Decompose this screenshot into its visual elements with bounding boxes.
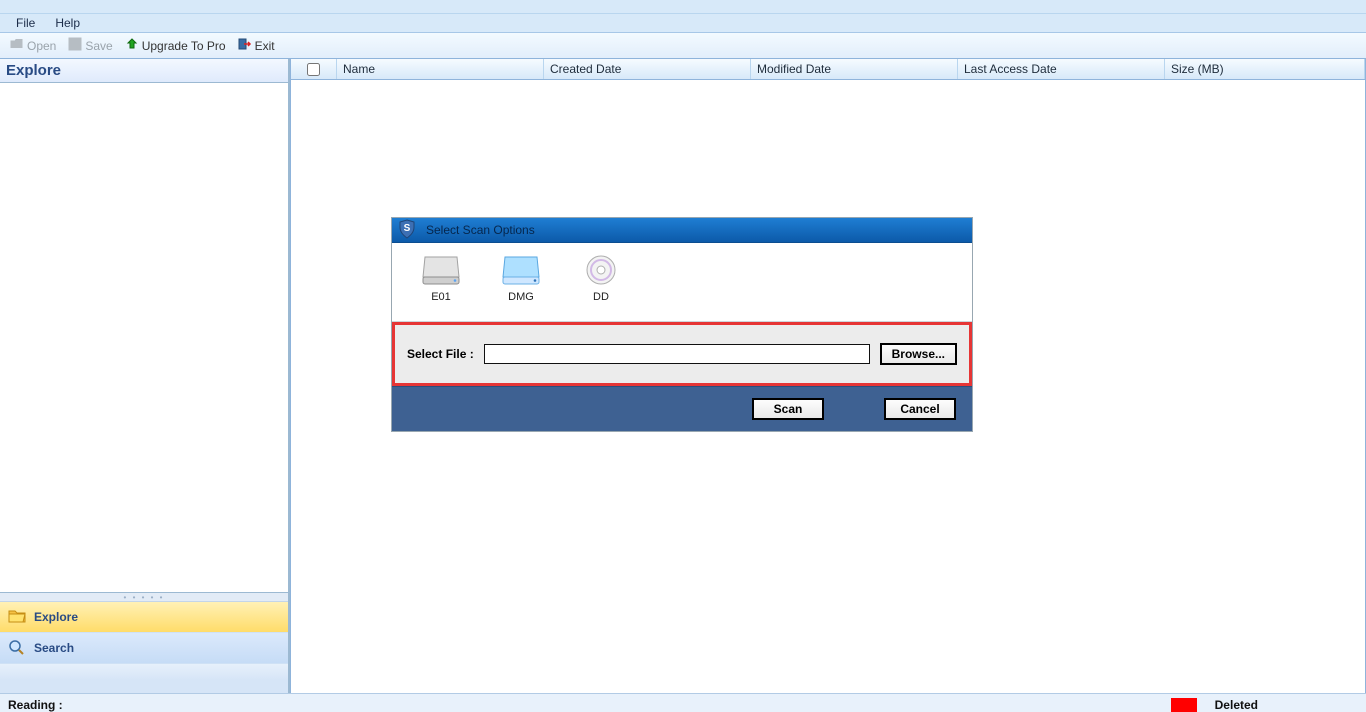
grip-handle[interactable]: • • • • •: [0, 593, 288, 602]
toolbar: Open Save Upgrade To Pro Exit: [0, 32, 1366, 59]
sidebar-item-explore[interactable]: Explore: [0, 602, 288, 633]
arrow-up-icon: [125, 37, 139, 54]
upgrade-label: Upgrade To Pro: [142, 39, 226, 53]
shield-icon: S: [396, 218, 418, 243]
save-button[interactable]: Save: [62, 35, 118, 56]
upgrade-button[interactable]: Upgrade To Pro: [119, 35, 232, 56]
column-size[interactable]: Size (MB): [1165, 59, 1365, 79]
search-icon: [8, 639, 26, 658]
left-pane: Explore • • • • • Explore Search: [0, 59, 290, 693]
dialog-title-text: Select Scan Options: [426, 223, 535, 237]
menu-file[interactable]: File: [6, 14, 45, 32]
select-file-label: Select File :: [407, 347, 474, 361]
menu-help[interactable]: Help: [45, 14, 90, 32]
exit-icon: [238, 37, 252, 54]
dialog-body: E01 DMG: [392, 243, 972, 322]
select-file-input[interactable]: [484, 344, 870, 364]
disc-icon: [584, 253, 618, 287]
status-deleted: Deleted: [1215, 698, 1258, 712]
column-lastaccess[interactable]: Last Access Date: [958, 59, 1165, 79]
titlebar-strip: [0, 0, 1366, 13]
format-e01-label: E01: [431, 291, 451, 303]
format-e01[interactable]: E01: [418, 253, 464, 303]
browse-button[interactable]: Browse...: [880, 343, 957, 365]
nav-blank-band: [0, 680, 288, 693]
cancel-button[interactable]: Cancel: [884, 398, 956, 420]
column-modified[interactable]: Modified Date: [751, 59, 958, 79]
drive-gray-icon: [421, 253, 461, 287]
exit-button[interactable]: Exit: [232, 35, 281, 56]
nav-extra-band: [0, 664, 288, 680]
folder-open-icon: [10, 37, 24, 54]
format-dd-label: DD: [593, 291, 609, 303]
deleted-swatch: [1171, 698, 1197, 712]
folder-icon: [8, 608, 26, 627]
column-name[interactable]: Name: [337, 59, 544, 79]
save-label: Save: [85, 39, 112, 53]
scan-options-dialog: S Select Scan Options E01: [391, 217, 973, 432]
open-button[interactable]: Open: [4, 35, 62, 56]
select-all-checkbox[interactable]: [307, 63, 320, 76]
select-file-band: Select File : Browse...: [392, 322, 972, 386]
format-dmg[interactable]: DMG: [498, 253, 544, 303]
explore-header: Explore: [0, 59, 288, 83]
format-dmg-label: DMG: [508, 291, 534, 303]
format-dd[interactable]: DD: [578, 253, 624, 303]
drive-blue-icon: [501, 253, 541, 287]
status-reading: Reading :: [8, 698, 63, 712]
explore-nav-label: Explore: [34, 610, 78, 624]
column-header-row: Name Created Date Modified Date Last Acc…: [291, 59, 1365, 80]
dialog-footer: Scan Cancel: [392, 386, 972, 431]
save-icon: [68, 37, 82, 54]
tree-area: [0, 83, 288, 593]
exit-label: Exit: [255, 39, 275, 53]
column-select-all[interactable]: [291, 59, 337, 79]
dialog-titlebar[interactable]: S Select Scan Options: [392, 218, 972, 243]
scan-button[interactable]: Scan: [752, 398, 824, 420]
sidebar-item-search[interactable]: Search: [0, 633, 288, 664]
statusbar: Reading : Deleted: [0, 693, 1366, 712]
svg-text:S: S: [404, 223, 411, 234]
column-created[interactable]: Created Date: [544, 59, 751, 79]
right-pane: Name Created Date Modified Date Last Acc…: [290, 59, 1366, 693]
search-nav-label: Search: [34, 641, 74, 655]
open-label: Open: [27, 39, 56, 53]
menubar: File Help: [0, 13, 1366, 32]
